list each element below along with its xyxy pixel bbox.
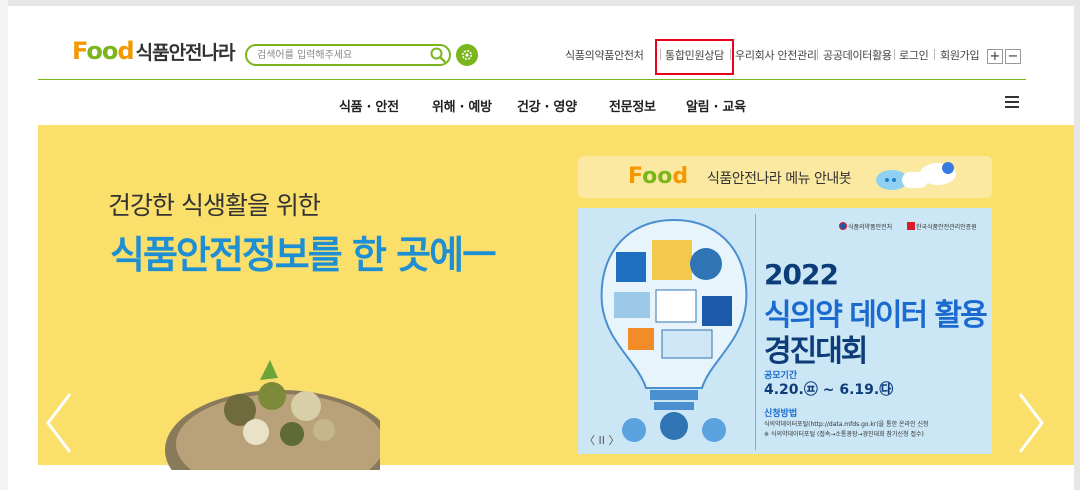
util-link-public-data[interactable]: 공공데이터활용: [823, 47, 892, 63]
hero-subtitle: 건강한 식생활을 위한: [108, 191, 321, 220]
logo-food-word: Food: [72, 37, 135, 65]
banner-method-line1: 식의약데이터포털(http://data.mfds.go.kr)을 통한 온라인…: [764, 421, 929, 428]
food-bowl-image: [165, 360, 380, 470]
annotation-highlight-box: [655, 39, 734, 75]
logo-site-name: 식품안전나라: [135, 41, 236, 64]
banner-method-line2: ※ 식의약데이터포털 (접속→소통광장→경진대회 참가신청 접수): [764, 431, 924, 438]
util-separator: [894, 49, 895, 60]
nav-item-health-nutrition[interactable]: 건강 · 영양: [517, 96, 577, 115]
mfds-emblem-icon: [839, 222, 847, 230]
font-size-decrease-button[interactable]: −: [1005, 49, 1021, 64]
banner-title-line2: 경진대회: [764, 334, 868, 369]
banner-pager-controls[interactable]: 〈 II 〉: [584, 432, 619, 448]
browser-frame-top: [0, 0, 1080, 6]
banner-year: 2022: [764, 258, 839, 291]
hero-title: 식품안전정보를 한 곳에ㅡ: [110, 233, 497, 277]
search-input[interactable]: [257, 47, 407, 63]
util-link-login[interactable]: 로그인: [899, 47, 929, 63]
gear-icon: [462, 50, 472, 60]
util-separator: [817, 49, 818, 60]
nav-item-expert-info[interactable]: 전문정보: [609, 96, 656, 115]
font-size-increase-button[interactable]: +: [987, 49, 1003, 64]
util-link-company-safety[interactable]: 우리회사 안전관리: [735, 47, 817, 63]
nav-item-hazard-prevention[interactable]: 위해 · 예방: [432, 96, 492, 115]
hero-prev-arrow-icon[interactable]: [44, 390, 74, 456]
banner-divider: [755, 214, 756, 450]
browser-frame-left: [0, 0, 8, 490]
search-box: [245, 44, 451, 66]
chat-bubbles-icon: [876, 162, 956, 190]
search-settings-button[interactable]: [456, 44, 478, 66]
browser-frame-right: [1074, 0, 1080, 490]
util-link-signup[interactable]: 회원가입: [940, 47, 980, 63]
hero-next-arrow-icon[interactable]: [1016, 390, 1046, 456]
banner-org-mfds: 식품의약품안전처: [848, 224, 893, 231]
banner-org-haccp: 한국식품안전관리인증원: [916, 224, 977, 231]
banner-period: 4.20.㉬ ~ 6.19.㉰: [764, 382, 894, 398]
banner-method-label: 신청방법: [764, 409, 798, 419]
hamburger-menu-icon[interactable]: [1005, 96, 1019, 108]
haccp-emblem-icon: [907, 222, 915, 230]
guide-bot-text: 식품안전나라 메뉴 안내봇: [707, 171, 852, 187]
site-logo[interactable]: Food 식품안전나라: [72, 37, 236, 65]
nav-item-notice-education[interactable]: 알림 · 교육: [686, 96, 746, 115]
util-separator: [934, 49, 935, 60]
search-icon[interactable]: [430, 47, 446, 63]
lightbulb-illustration: [600, 218, 748, 442]
util-link-mfds[interactable]: 식품의약품안전처: [565, 47, 644, 63]
nav-item-food-safety[interactable]: 식품 · 안전: [339, 96, 399, 115]
header-divider: [38, 79, 1026, 80]
guide-food-logo: Food: [628, 164, 689, 189]
